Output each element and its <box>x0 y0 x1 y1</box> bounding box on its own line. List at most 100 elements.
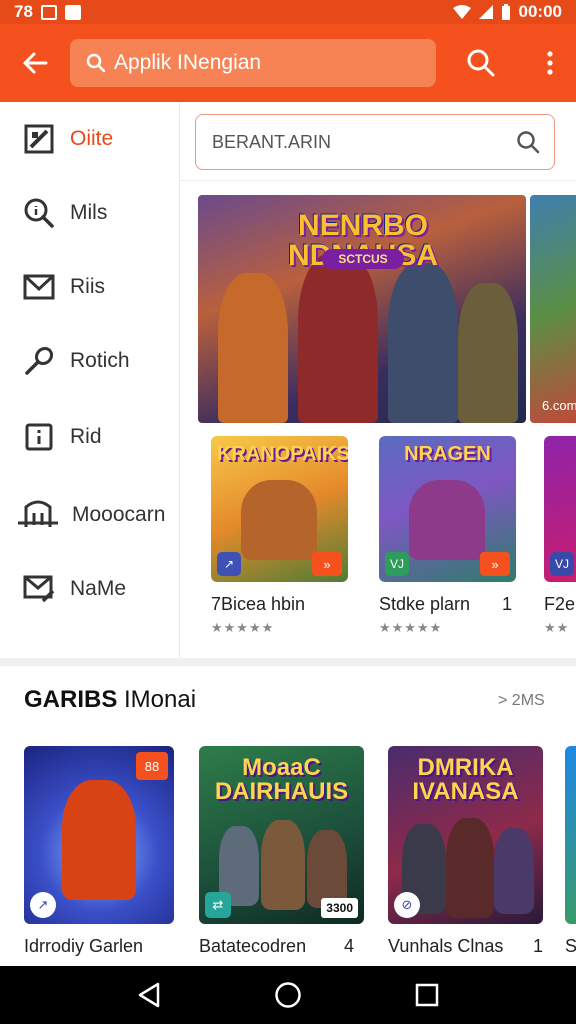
banner-character <box>218 273 288 423</box>
app-name: Stdke plarn <box>379 594 471 614</box>
banner-character <box>298 253 378 423</box>
thumb-character <box>446 818 494 918</box>
sidebar-item-label: Rotich <box>70 349 130 372</box>
featured-banner[interactable]: NENRBO NDNAUSA SCTCUS <box>198 195 526 423</box>
game-card[interactable]: MoaaC DAIRHAUIS ⇄ 3300 Batatecodren 4 <box>199 746 364 957</box>
game-name-row: S <box>565 936 576 957</box>
app-bar: Applik INengian <box>0 24 576 102</box>
sidebar-item-rid[interactable]: Rid <box>0 412 180 462</box>
door-icon <box>18 498 58 532</box>
game-card[interactable]: 88 ↗ Idrrodiy Garlen <box>24 746 174 957</box>
status-bar: 78 00:00 <box>0 0 576 24</box>
mail-icon <box>22 270 56 304</box>
more-vertical-icon <box>547 51 553 75</box>
thumb-character <box>494 828 534 914</box>
back-button[interactable] <box>0 24 70 102</box>
thumb-character <box>241 480 317 560</box>
game-name: Vunhals Clnas <box>388 936 504 956</box>
thumb-character <box>409 480 485 560</box>
content-search-input[interactable] <box>212 131 516 153</box>
nav-home-button[interactable] <box>258 966 318 1024</box>
game-thumbnail: DMRIKA IVANASA ⊘ <box>388 746 543 924</box>
info-box-icon <box>22 420 56 454</box>
featured-banner-next[interactable]: 6.com <box>530 195 576 423</box>
app-rating: ★★★★★ <box>379 620 443 635</box>
status-right: 00:00 <box>452 2 562 22</box>
edit-square-icon <box>22 122 56 156</box>
app-name: 7Bicea hbin <box>211 594 306 614</box>
game-card[interactable]: S <box>565 746 576 957</box>
section-title-rest: IMonai <box>117 686 197 713</box>
status-text: 78 <box>14 2 33 21</box>
grid-notification-icon <box>40 4 57 20</box>
game-name-row: Idrrodiy Garlen <box>24 936 174 957</box>
sidebar-item-name[interactable]: NaMe <box>0 564 180 614</box>
thumb-title: MoaaC DAIRHAUIS <box>214 754 349 805</box>
game-thumbnail <box>565 746 576 924</box>
app-card[interactable]: VJ F2ei ★★ <box>544 436 576 636</box>
app-card[interactable]: NRAGEN VJ » Stdke plarn 1 ★★★★★ <box>379 436 516 636</box>
banner-character <box>388 263 458 423</box>
nav-back-button[interactable] <box>119 966 179 1024</box>
more-options-button[interactable] <box>526 24 574 102</box>
game-name: Idrrodiy Garlen <box>24 936 144 956</box>
divider <box>180 180 576 181</box>
game-number: 4 <box>343 936 354 956</box>
nav-recents-button[interactable] <box>397 966 457 1024</box>
app-name-row: Stdke plarn 1 <box>379 594 516 615</box>
app-number <box>344 594 348 615</box>
sidebar-item-label: Rid <box>70 425 102 448</box>
thumb-title: NRAGEN <box>404 443 491 465</box>
section-title: GARIBS IMonai <box>24 686 196 714</box>
microphone-icon <box>22 344 56 378</box>
status-time: 00:00 <box>518 2 562 21</box>
badge-count: 3300 <box>321 898 358 918</box>
sidebar-item-label: Oiite <box>70 127 114 150</box>
search-icon <box>86 53 106 73</box>
circle-home-icon <box>275 982 301 1008</box>
badge-right: » <box>312 552 342 576</box>
badge-left: VJ <box>550 552 574 576</box>
game-thumbnail: 88 ↗ <box>24 746 174 924</box>
search-bar[interactable]: Applik INengian <box>70 39 436 87</box>
banner-character <box>458 283 518 423</box>
app-rating: ★★ <box>544 620 570 635</box>
banner-subtitle: SCTCUS <box>322 249 404 269</box>
thumb-character <box>261 820 305 910</box>
sidebar-item-label: Mils <box>70 201 108 224</box>
sidebar-item-label: Riis <box>70 275 105 298</box>
thumb-character <box>307 830 347 908</box>
thumb-title: DMRIKA IVANASA <box>412 754 519 805</box>
sidebar-item-oiite[interactable]: Oiite <box>0 114 180 164</box>
game-number: 1 <box>532 936 543 956</box>
app-card[interactable]: KRANOPAIKS ↗ » 7Bicea hbin ★★★★★ <box>211 436 348 636</box>
section-divider <box>0 658 576 666</box>
sidebar-item-mooocarn[interactable]: Mooocarn <box>0 490 180 540</box>
sidebar-item-mils[interactable]: Mils <box>0 188 180 238</box>
badge-top: 88 <box>136 752 168 780</box>
app-name: F2ei <box>544 594 576 614</box>
triangle-back-icon <box>139 982 160 1008</box>
search-icon[interactable] <box>516 130 540 154</box>
system-nav-bar <box>0 966 576 1024</box>
sidebar: Oiite Mils Riis Rotich Rid Mooocarn NaMe <box>0 102 180 658</box>
app-rating: ★★★★★ <box>211 620 275 635</box>
game-name: S <box>565 936 576 956</box>
badge-right: » <box>480 552 510 576</box>
section-more-link[interactable]: > 2MS <box>498 692 545 710</box>
badge-left: ↗ <box>217 552 241 576</box>
game-name: Batatecodren <box>199 936 307 956</box>
game-card[interactable]: DMRIKA IVANASA ⊘ Vunhals Clnas 1 <box>388 746 543 957</box>
badge-left: ⇄ <box>205 892 231 918</box>
sidebar-item-label: NaMe <box>70 577 127 600</box>
sidebar-item-rotich[interactable]: Rotich <box>0 336 180 386</box>
badge-left: ⊘ <box>394 892 420 918</box>
sidebar-item-riis[interactable]: Riis <box>0 262 180 312</box>
badge-left: ↗ <box>30 892 56 918</box>
banner-side-text: 6.com <box>542 398 576 413</box>
thumb-character <box>62 780 136 900</box>
search-button[interactable] <box>436 24 526 102</box>
app-thumbnail: VJ <box>544 436 576 582</box>
app-number: 1 <box>501 594 512 614</box>
status-left: 78 <box>14 2 81 22</box>
